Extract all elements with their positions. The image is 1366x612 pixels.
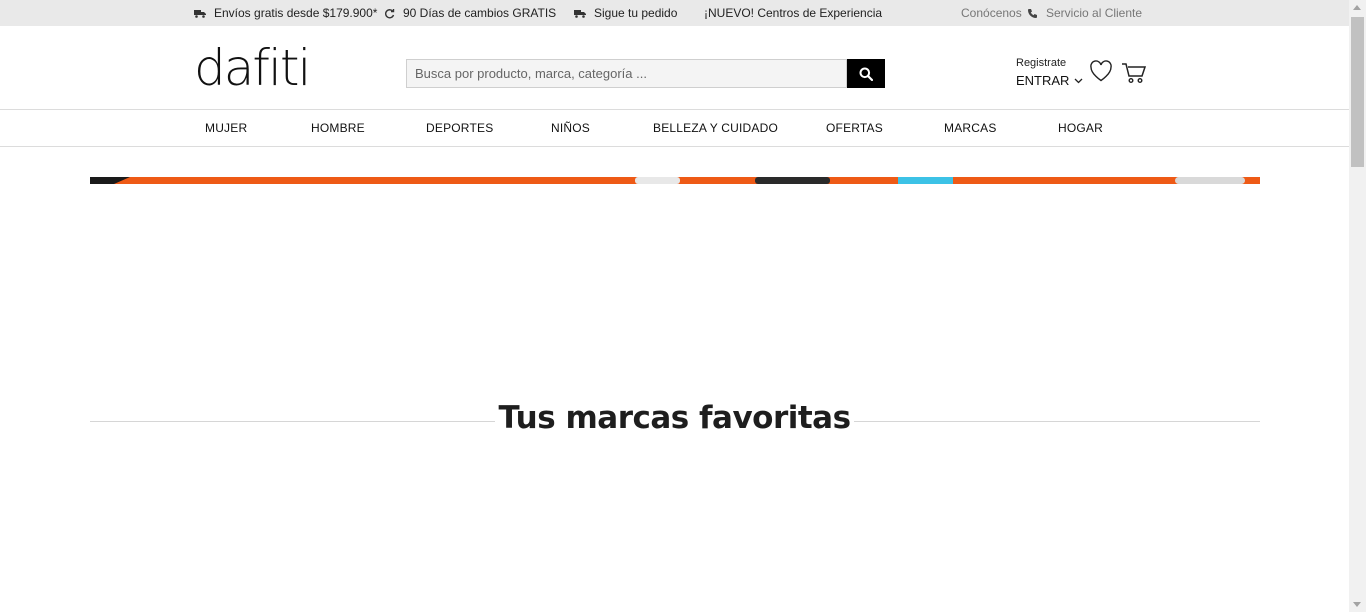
promo-banner[interactable]	[90, 177, 1260, 184]
wishlist-button[interactable]	[1089, 60, 1113, 87]
returns-text: 90 Días de cambios GRATIS	[403, 6, 557, 20]
dafiti-logo[interactable]: dafiti	[194, 40, 311, 96]
cart-icon	[1122, 63, 1147, 84]
phone-icon	[1028, 8, 1037, 18]
chevron-down-icon	[1074, 78, 1083, 84]
account-menu[interactable]: Registrate ENTRAR	[1016, 56, 1083, 90]
nav-item-ninos[interactable]: NIÑOS	[551, 110, 590, 146]
track-order-link[interactable]: Sigue tu pedido	[574, 0, 677, 26]
refresh-icon	[385, 8, 395, 18]
experience-centers-text: ¡NUEVO! Centros de Experiencia	[704, 6, 883, 20]
page-scrollbar[interactable]	[1349, 0, 1366, 612]
nav-item-ofertas[interactable]: OFERTAS	[826, 110, 883, 146]
nav-item-marcas[interactable]: MARCAS	[944, 110, 997, 146]
free-shipping-link[interactable]: Envíos gratis desde $179.900*	[194, 0, 377, 26]
truck-icon	[574, 9, 586, 18]
scrollbar-thumb[interactable]	[1351, 17, 1364, 167]
login-label: ENTRAR	[1016, 73, 1070, 88]
search-button[interactable]	[847, 59, 885, 88]
customer-service-link[interactable]: Servicio al Cliente	[1027, 0, 1142, 26]
nav-item-mujer[interactable]: MUJER	[205, 110, 247, 146]
register-link[interactable]: Registrate	[1016, 56, 1083, 70]
scroll-down-icon[interactable]	[1353, 602, 1361, 607]
search-icon	[859, 67, 873, 81]
track-order-text: Sigue tu pedido	[594, 6, 678, 20]
nav-item-hombre[interactable]: HOMBRE	[311, 110, 365, 146]
site-header: dafiti Registrate ENTRAR	[0, 26, 1349, 110]
about-link[interactable]: Conócenos	[961, 0, 1022, 26]
nav-item-deportes[interactable]: DEPORTES	[426, 110, 493, 146]
returns-link[interactable]: 90 Días de cambios GRATIS	[384, 0, 556, 26]
login-dropdown[interactable]: ENTRAR	[1016, 72, 1083, 90]
cart-button[interactable]	[1121, 62, 1147, 89]
scroll-up-icon[interactable]	[1353, 5, 1361, 10]
nav-item-belleza[interactable]: BELLEZA Y CUIDADO	[653, 110, 778, 146]
experience-centers-link[interactable]: ¡NUEVO! Centros de Experiencia	[704, 0, 882, 26]
free-shipping-text: Envíos gratis desde $179.900*	[214, 6, 378, 20]
customer-service-text: Servicio al Cliente	[1046, 6, 1143, 20]
main-navigation: MUJER HOMBRE DEPORTES NIÑOS BELLEZA Y CU…	[0, 110, 1349, 147]
about-text: Conócenos	[961, 6, 1022, 20]
heart-icon	[1090, 60, 1112, 82]
section-title: Tus marcas favoritas	[498, 400, 851, 436]
search-input[interactable]	[406, 59, 847, 88]
nav-item-hogar[interactable]: HOGAR	[1058, 110, 1103, 146]
truck-icon	[194, 9, 206, 18]
top-utility-bar: Envíos gratis desde $179.900* 90 Días de…	[0, 0, 1349, 26]
